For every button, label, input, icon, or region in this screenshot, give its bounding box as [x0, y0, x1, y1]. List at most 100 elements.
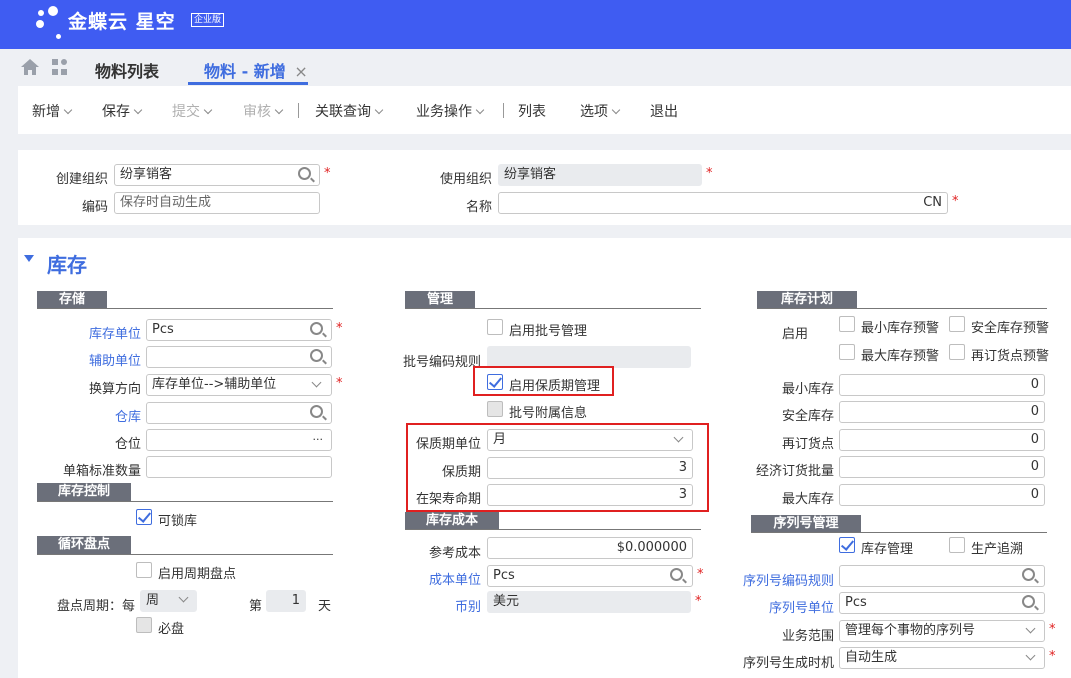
batch-rule-field[interactable] [487, 346, 691, 368]
eoq-field[interactable]: 0 [839, 456, 1045, 478]
lockable-label: 可锁库 [158, 514, 198, 529]
cost-unit-field[interactable]: Pcs [487, 565, 693, 587]
serial-rule-field[interactable] [839, 565, 1045, 587]
new-button-label: 新增 [32, 104, 60, 120]
business-ops-button[interactable]: 业务操作 [416, 101, 485, 121]
divider [405, 529, 701, 530]
submit-button[interactable]: 提交 [172, 101, 213, 121]
brand-name: 金蝶云 星空 [68, 11, 176, 33]
stock-unit-field[interactable]: Pcs [146, 319, 332, 341]
aux-unit-field[interactable] [146, 346, 332, 368]
eoq-label: 经济订货批量 [755, 464, 834, 479]
conversion-direction-select[interactable]: 库存单位-->辅助单位 [146, 374, 332, 396]
conversion-direction-label: 换算方向 [88, 382, 141, 397]
warehouse-label[interactable]: 仓库 [40, 406, 141, 425]
name-field[interactable]: CN [498, 192, 948, 214]
create-org-label: 创建组织 [55, 172, 108, 187]
cycle-count-checkbox[interactable] [136, 562, 152, 578]
aux-unit-label[interactable]: 辅助单位 [40, 350, 141, 369]
lockable-checkbox[interactable] [136, 509, 152, 525]
serial-rule-label[interactable]: 序列号编码规则 [735, 570, 834, 589]
batch-mgmt-checkbox[interactable] [487, 319, 503, 335]
divider [37, 501, 333, 502]
safe-warn-label: 安全库存预警 [971, 321, 1050, 336]
stock-unit-label[interactable]: 库存单位 [40, 323, 141, 342]
required-mark: * [1049, 622, 1056, 637]
max-stock-label: 最大库存 [781, 492, 834, 507]
cycle-count-header: 循环盘点 [37, 536, 131, 554]
close-icon[interactable]: × [294, 62, 307, 81]
shelf-unit-select[interactable]: 月 [487, 429, 693, 451]
search-icon[interactable] [298, 167, 311, 180]
audit-button-label: 审核 [243, 104, 271, 120]
shelf-life-checkbox[interactable] [487, 374, 503, 390]
language-code[interactable]: CN [923, 193, 942, 213]
exit-button[interactable]: 退出 [650, 101, 678, 121]
reorder-warn-checkbox[interactable] [949, 344, 965, 360]
list-button[interactable]: 列表 [518, 101, 546, 121]
std-qty-field[interactable] [146, 456, 332, 478]
count-day-field[interactable]: 1 [266, 590, 306, 612]
code-label: 编码 [81, 200, 108, 215]
use-org-field[interactable]: 纷享销客 [498, 164, 702, 186]
max-stock-field[interactable]: 0 [839, 484, 1045, 506]
search-icon[interactable] [1022, 595, 1035, 608]
tab-material-new[interactable]: 物料 - 新增 × [204, 58, 308, 82]
storage-section-header: 存储 [37, 291, 107, 309]
cycle-count-label: 启用周期盘点 [158, 567, 237, 582]
shelf-life-period-field[interactable]: 3 [487, 484, 693, 506]
must-count-label: 必盘 [158, 622, 185, 637]
serial-gen-select[interactable]: 自动生成 [839, 647, 1045, 669]
tab-material-new-label: 物料 - 新增 [204, 62, 286, 81]
search-icon[interactable] [310, 405, 323, 418]
currency-label[interactable]: 币别 [395, 596, 481, 615]
shelf-period-field[interactable]: 3 [487, 457, 693, 479]
related-query-button[interactable]: 关联查询 [315, 101, 384, 121]
batch-attach-label: 批号附属信息 [509, 406, 588, 421]
more-icon[interactable]: ··· [313, 430, 324, 450]
ref-cost-field[interactable]: $0.000000 [487, 537, 693, 559]
chevron-down-icon [63, 105, 73, 115]
trace-checkbox[interactable] [949, 537, 965, 553]
business-scope-label: 业务范围 [781, 629, 834, 644]
serial-inv-checkbox[interactable] [839, 537, 855, 553]
serial-unit-field[interactable]: Pcs [839, 592, 1045, 614]
min-warn-label: 最小库存预警 [861, 321, 940, 336]
count-period-select[interactable]: 周 [140, 590, 197, 612]
code-field[interactable]: 保存时自动生成 [114, 192, 320, 214]
currency-field[interactable]: 美元 [487, 591, 691, 613]
cost-unit-label[interactable]: 成本单位 [395, 569, 481, 588]
reorder-point-field[interactable]: 0 [839, 429, 1045, 451]
min-warn-checkbox[interactable] [839, 316, 855, 332]
enable-label: 启用 [781, 327, 808, 342]
tab-material-list[interactable]: 物料列表 [95, 58, 159, 82]
collapse-icon[interactable] [24, 255, 34, 262]
safe-warn-checkbox[interactable] [949, 316, 965, 332]
search-icon[interactable] [310, 349, 323, 362]
search-icon[interactable] [1022, 568, 1035, 581]
divider [751, 532, 1047, 533]
nth-label: 第 [248, 599, 262, 614]
serial-unit-label[interactable]: 序列号单位 [735, 597, 834, 616]
save-button[interactable]: 保存 [102, 101, 143, 121]
warehouse-field[interactable] [146, 402, 332, 424]
home-icon[interactable] [20, 58, 40, 76]
max-warn-checkbox[interactable] [839, 344, 855, 360]
search-icon[interactable] [670, 568, 683, 581]
must-count-checkbox[interactable] [136, 617, 152, 633]
apps-icon[interactable] [51, 58, 69, 76]
search-icon[interactable] [310, 322, 323, 335]
location-field[interactable]: ··· [146, 429, 332, 451]
section-title[interactable]: 库存 [47, 249, 87, 278]
chevron-down-icon [611, 105, 621, 115]
business-scope-select[interactable]: 管理每个事物的序列号 [839, 620, 1045, 642]
create-org-field[interactable]: 纷享销客 [114, 164, 320, 186]
options-button[interactable]: 选项 [580, 101, 621, 121]
submit-button-label: 提交 [172, 104, 200, 120]
audit-button[interactable]: 审核 [243, 101, 284, 121]
shelf-period-label: 保质期 [441, 465, 481, 480]
batch-attach-checkbox[interactable] [487, 401, 503, 417]
min-stock-field[interactable]: 0 [839, 374, 1045, 396]
new-button[interactable]: 新增 [32, 101, 73, 121]
safe-stock-field[interactable]: 0 [839, 401, 1045, 423]
